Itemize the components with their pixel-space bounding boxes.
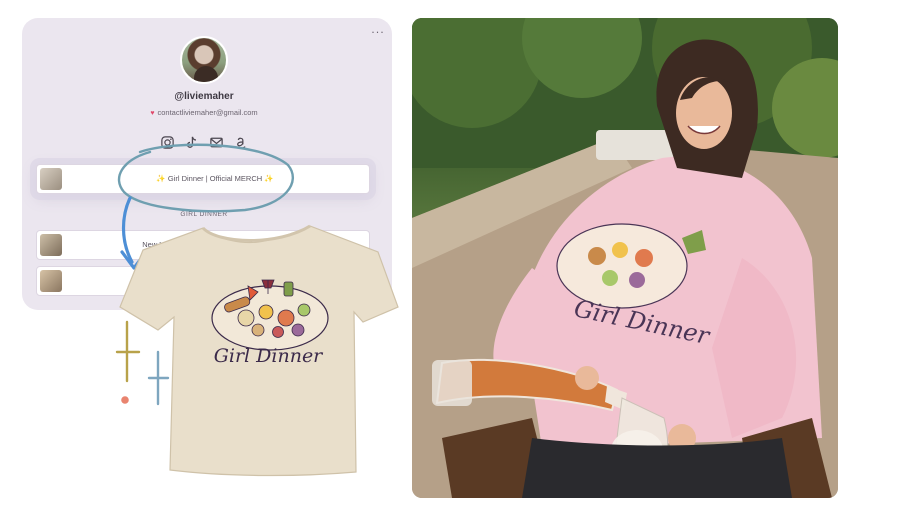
merch-thumbnail: [40, 168, 62, 190]
more-options-icon[interactable]: ···: [371, 27, 385, 38]
contact-email[interactable]: ♥ contactliviemaher@gmail.com: [104, 108, 304, 117]
contact-email-text: contactliviemaher@gmail.com: [157, 108, 258, 117]
tshirt-graphic-text: Girl Dinner: [214, 345, 324, 367]
featured-link-label: ✨ Girl Dinner | Official MERCH ✨: [156, 174, 274, 183]
mail-icon[interactable]: [209, 135, 224, 150]
tiktok-icon[interactable]: [184, 135, 199, 150]
featured-link-merch[interactable]: ✨ Girl Dinner | Official MERCH ✨: [36, 164, 370, 194]
section-title: GIRL DINNER: [180, 211, 228, 218]
merch-tshirt: Girl Dinner: [119, 224, 399, 477]
amazon-icon[interactable]: [233, 135, 248, 150]
nyt-thumbnail: [40, 234, 62, 256]
instagram-icon[interactable]: [160, 135, 175, 150]
lifestyle-photo: Girl Dinner: [412, 18, 838, 498]
photo-illustration: Girl Dinner: [412, 18, 838, 498]
profile-handle: @liviemaher: [174, 91, 234, 102]
heart-icon: ♥: [150, 110, 155, 117]
social-links: [160, 134, 248, 150]
today-thumbnail: [40, 270, 62, 292]
avatar: [180, 36, 228, 84]
